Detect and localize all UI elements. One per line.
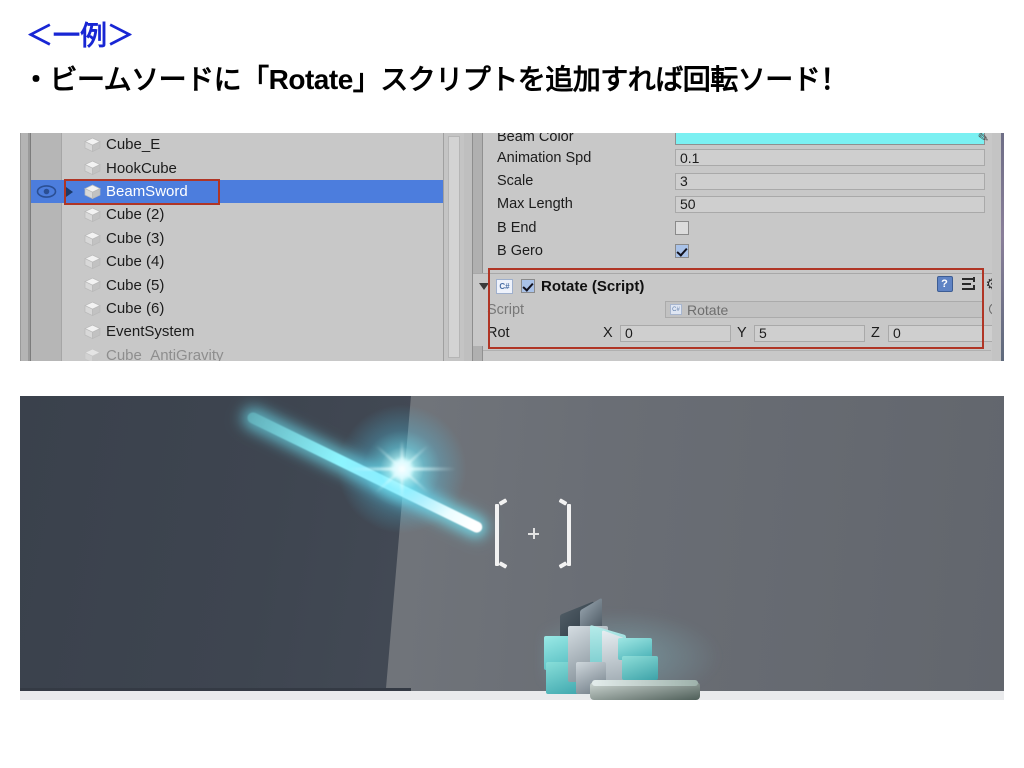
page-title: ＜一例＞ <box>26 21 134 51</box>
csharp-script-icon: C# <box>496 278 513 294</box>
list-item[interactable]: EventSystem <box>62 320 444 343</box>
property-label: B End <box>497 219 537 236</box>
list-item[interactable]: Cube_E <box>62 133 444 156</box>
game-floor <box>20 691 1004 700</box>
component-header-icons: ? ⚙ <box>936 276 999 292</box>
hierarchy-list: Cube_E HookCube BeamSword Cube (2) Cube … <box>62 133 444 361</box>
property-row-rot: Rot X 0 Y 5 Z 0 <box>473 321 1004 344</box>
list-item-label: Cube (6) <box>106 299 165 317</box>
list-item-label: EventSystem <box>106 323 195 341</box>
list-item-label: Cube_E <box>106 136 161 154</box>
property-row-script: Script C# Rotate <box>473 298 1004 321</box>
list-item[interactable]: HookCube <box>62 156 444 179</box>
list-item[interactable]: Cube (3) <box>62 227 444 250</box>
hierarchy-annotation-box <box>64 178 220 205</box>
weapon-barrel-highlight <box>592 680 698 686</box>
page-subtitle: ・ビームソードに「Rotate」スクリプトを追加すれば回転ソード！ <box>22 64 848 95</box>
script-object-field[interactable]: C# Rotate <box>665 301 983 319</box>
cube-icon <box>84 324 101 340</box>
list-item-label: Cube (5) <box>106 276 165 294</box>
property-row-max-length: Max Length 50 <box>483 193 991 216</box>
crosshair <box>490 498 576 570</box>
preset-icon[interactable] <box>961 276 977 292</box>
rot-x-input[interactable]: 0 <box>620 324 731 342</box>
eyedropper-icon[interactable]: ✎ <box>977 133 991 147</box>
component-title: Rotate (Script) <box>541 277 645 295</box>
cube-icon <box>84 207 101 223</box>
color-swatch-field[interactable] <box>675 133 985 145</box>
cube-icon <box>84 160 101 176</box>
cube-icon <box>84 348 101 361</box>
cube-icon <box>84 277 101 293</box>
list-item-label: Cube (4) <box>106 253 165 271</box>
property-row-b-gero: B Gero <box>483 240 991 263</box>
rotate-script-component: C# Rotate (Script) ? ⚙ Script <box>473 273 1004 346</box>
list-item-label: Cube (3) <box>106 229 165 247</box>
animation-spd-input[interactable]: 0.1 <box>675 149 985 167</box>
rot-y-input[interactable]: 5 <box>754 324 865 342</box>
property-label: Scale <box>497 173 534 190</box>
script-object-value: Rotate <box>687 301 729 318</box>
rot-z-input[interactable]: 0 <box>888 324 999 342</box>
unity-editor-screenshot: Cube_E HookCube BeamSword Cube (2) Cube … <box>20 133 1004 361</box>
crosshair-left-bracket <box>490 498 508 570</box>
inspector-window-edge <box>1001 133 1004 361</box>
list-item[interactable]: Cube (4) <box>62 250 444 273</box>
hierarchy-left-scrollbar[interactable] <box>20 133 31 361</box>
hierarchy-visibility-column <box>31 133 62 361</box>
property-row-animation-spd: Animation Spd 0.1 <box>483 146 991 169</box>
property-label: Rot <box>487 325 510 342</box>
axis-label-y: Y <box>737 325 747 342</box>
b-gero-checkbox[interactable] <box>675 244 689 259</box>
crosshair-right-bracket <box>558 498 576 570</box>
b-end-checkbox[interactable] <box>675 220 689 235</box>
cube-icon <box>84 301 101 317</box>
player-weapon-model <box>532 597 737 702</box>
property-row-scale: Scale 3 <box>483 169 991 192</box>
crosshair-center-plus <box>528 528 539 539</box>
axis-label-x: X <box>603 325 613 342</box>
page-bottom-whitespace <box>0 700 1024 768</box>
property-label: Script <box>487 301 525 318</box>
component-header[interactable]: C# Rotate (Script) ? ⚙ <box>473 274 1004 298</box>
list-item[interactable]: Cube (6) <box>62 297 444 320</box>
property-row-beam-color: Beam Color ✎ <box>483 133 991 146</box>
visibility-eye-icon[interactable] <box>36 184 57 199</box>
hierarchy-left-scrollbar-thumb[interactable] <box>21 133 28 361</box>
inspector-next-component-partial <box>483 350 991 361</box>
max-length-input[interactable]: 50 <box>675 195 985 213</box>
list-item-label: HookCube <box>106 159 177 177</box>
list-item[interactable]: Cube (5) <box>62 273 444 296</box>
list-item-label: Cube (2) <box>106 206 165 224</box>
list-item-label: Cube_AntiGravity <box>106 346 224 361</box>
hierarchy-scrollbar-thumb[interactable] <box>448 136 460 358</box>
scale-input[interactable]: 3 <box>675 172 985 190</box>
beam-impact-core <box>391 458 413 480</box>
property-label: Animation Spd <box>497 149 592 166</box>
hierarchy-scrollbar[interactable] <box>443 133 464 361</box>
inspector-panel: Beam Color ✎ Animation Spd 0.1 Scale 3 M… <box>472 133 1004 361</box>
hierarchy-panel: Cube_E HookCube BeamSword Cube (2) Cube … <box>20 133 464 361</box>
vector3-field: X 0 Y 5 Z 0 <box>603 324 1004 342</box>
property-label: Beam Color <box>497 133 574 145</box>
property-row-b-end: B End <box>483 216 991 239</box>
list-item[interactable]: Cube (2) <box>62 203 444 226</box>
weapon-part <box>622 656 658 680</box>
cube-icon <box>84 231 101 247</box>
chevron-down-icon[interactable] <box>479 282 489 290</box>
help-icon[interactable]: ? <box>936 276 953 292</box>
list-item[interactable]: Cube_AntiGravity <box>62 344 444 361</box>
component-enabled-checkbox[interactable] <box>521 279 535 293</box>
csharp-mini-icon: C# <box>670 304 682 316</box>
cube-icon <box>84 137 101 153</box>
property-label: B Gero <box>497 243 543 260</box>
axis-label-z: Z <box>871 325 880 342</box>
property-label: Max Length <box>497 196 573 213</box>
cube-icon <box>84 254 101 270</box>
